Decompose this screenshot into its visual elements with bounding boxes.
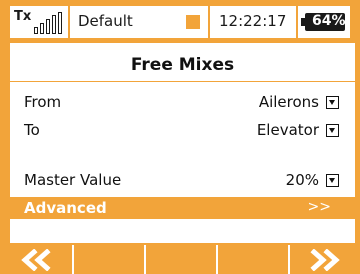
to-label: To <box>24 121 40 139</box>
battery-percent: 64% <box>312 13 346 29</box>
title-divider <box>10 81 355 82</box>
from-value[interactable]: Ailerons <box>259 93 319 111</box>
clock-time: 12:22:17 <box>219 12 287 30</box>
page-title: Free Mixes <box>130 55 235 75</box>
master-value-label: Master Value <box>24 171 122 189</box>
main-panel: Free Mixes From Ailerons To Elevator Mas… <box>10 43 355 243</box>
signal-strength-icon <box>34 12 66 34</box>
softkey-4[interactable] <box>218 245 288 274</box>
model-name: Default <box>78 12 133 30</box>
dropdown-arrow-icon[interactable] <box>326 174 339 187</box>
status-bar: Tx Default 12:22:17 64% <box>0 0 360 43</box>
model-indicator-icon <box>186 15 200 29</box>
clock-box: 12:22:17 <box>210 6 296 38</box>
battery-box: 64% <box>298 6 350 38</box>
advanced-row[interactable]: Advanced >> <box>10 197 355 219</box>
dropdown-arrow-icon[interactable] <box>326 124 339 137</box>
softkey-forward[interactable] <box>290 245 360 274</box>
from-label: From <box>24 93 62 111</box>
softkey-back[interactable] <box>0 245 72 274</box>
softkey-2[interactable] <box>74 245 144 274</box>
to-value[interactable]: Elevator <box>257 121 319 139</box>
double-chevron-right-icon <box>310 248 340 271</box>
tx-signal-indicator: Tx <box>10 6 68 38</box>
master-value[interactable]: 20% <box>286 171 319 189</box>
softkey-bar <box>0 245 360 274</box>
double-chevron-left-icon <box>21 248 51 271</box>
advanced-arrow: >> <box>307 199 331 215</box>
softkey-3[interactable] <box>146 245 216 274</box>
advanced-label: Advanced <box>24 199 107 217</box>
tx-label: Tx <box>14 9 32 24</box>
dropdown-arrow-icon[interactable] <box>326 96 339 109</box>
model-name-box[interactable]: Default <box>70 6 208 38</box>
